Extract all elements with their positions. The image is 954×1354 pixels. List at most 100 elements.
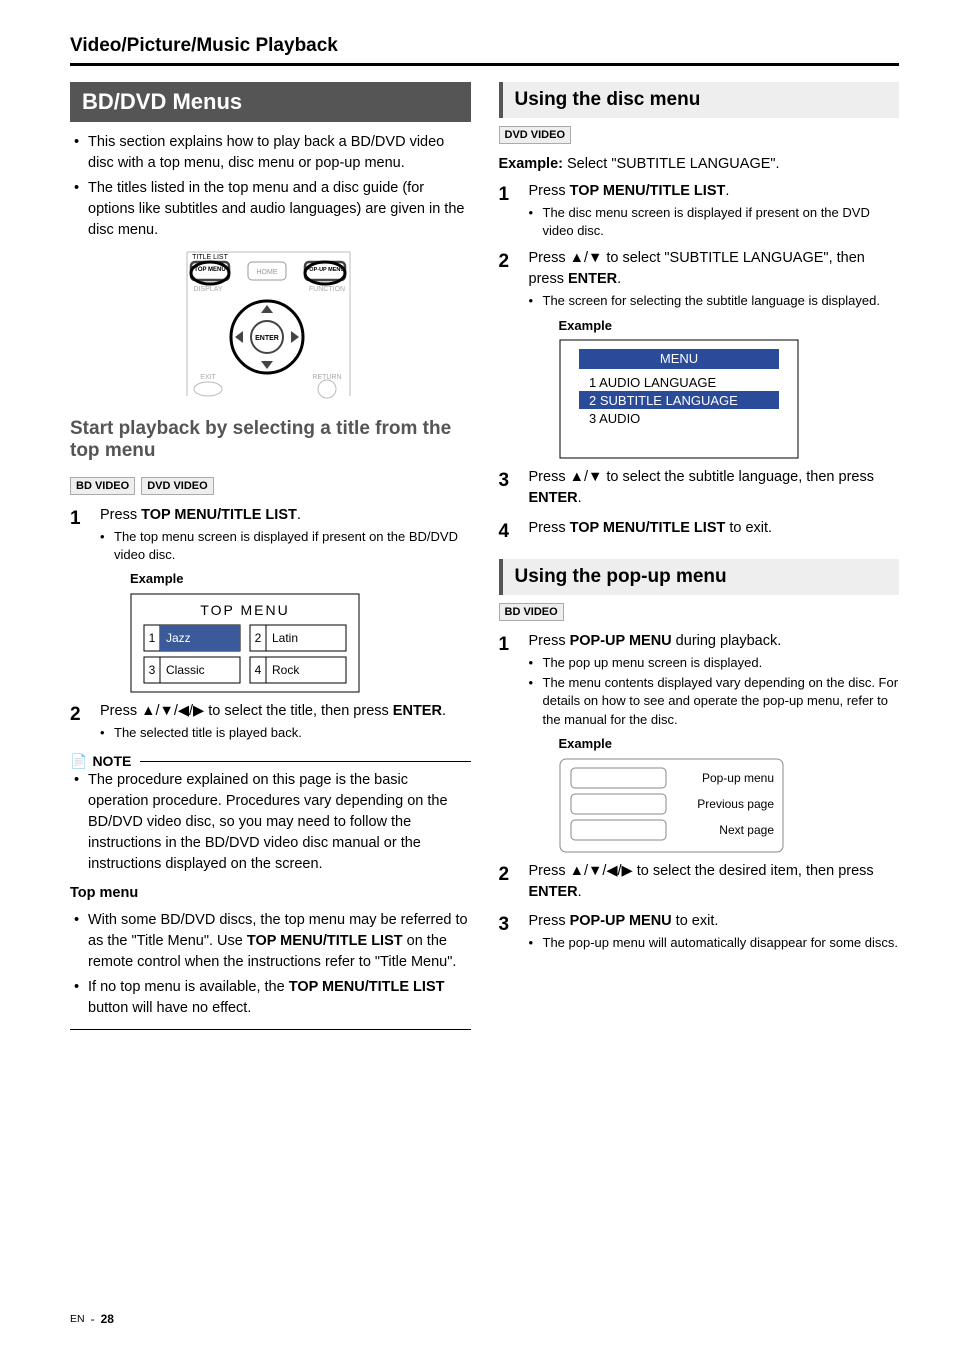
home-label: HOME [257, 269, 278, 276]
section-header: Video/Picture/Music Playback [70, 35, 899, 57]
remote-diagram: TITLE LIST TOP MENU HOME POP-UP MENU DIS… [175, 249, 365, 399]
popup-menu-label: POP-UP MENU [306, 267, 345, 273]
popup-row: Pop-up menu [701, 771, 773, 785]
popup-row: Previous page [697, 797, 774, 811]
note-rule [140, 761, 470, 762]
step-text: to select the title, then press [204, 703, 393, 719]
step-body: Press TOP MENU/TITLE LIST. The disc menu… [529, 181, 900, 240]
svg-text:2: 2 [255, 631, 262, 645]
step-sub: The disc menu screen is displayed if pre… [529, 204, 900, 240]
right-column: Using the disc menu DVD VIDEO Example: S… [499, 82, 900, 1034]
step-bold: POP-UP MENU [570, 913, 672, 929]
step-bold: ENTER [529, 884, 578, 900]
bd-video-tag: BD VIDEO [70, 477, 135, 495]
menu-cell: Latin [272, 631, 298, 645]
enter-label: ENTER [255, 335, 279, 342]
text-span: If no top menu is available, the [88, 979, 289, 995]
step-text: to exit. [672, 913, 719, 929]
step-number: 2 [70, 701, 86, 742]
step-sub: The menu contents displayed vary dependi… [529, 674, 900, 729]
arrow-keys: ▲/▼ [570, 469, 603, 485]
step-number: 2 [499, 861, 515, 903]
step-body: Press ▲/▼ to select the subtitle languag… [529, 467, 900, 509]
menu-cell: Jazz [166, 631, 191, 645]
display-label: DISPLAY [194, 286, 223, 293]
step-sub: The screen for selecting the subtitle la… [529, 292, 900, 310]
example-prefix: Example: [499, 156, 563, 172]
dvd-video-tag: DVD VIDEO [499, 126, 572, 144]
menu-title: MENU [659, 351, 697, 366]
top-menu-label: TOP MENU [195, 267, 226, 273]
menu-cell: Rock [272, 663, 300, 677]
bd-dvd-menus-bar: BD/DVD Menus [70, 82, 471, 122]
step-text: during playback. [672, 633, 782, 649]
step-body: Press TOP MENU/TITLE LIST. The top menu … [100, 505, 471, 693]
popup-row: Next page [719, 823, 774, 837]
note-icon: 📄 [70, 753, 87, 770]
bold-span: TOP MENU/TITLE LIST [247, 933, 403, 949]
using-popup-menu-heading: Using the pop-up menu [499, 559, 900, 595]
step-sub: The top menu screen is displayed if pres… [100, 528, 471, 564]
step-sub: The pop up menu screen is displayed. [529, 654, 900, 672]
svg-text:1: 1 [149, 631, 156, 645]
step-sub: The pop-up menu will automatically disap… [529, 934, 900, 952]
column-end-rule [70, 1029, 471, 1030]
step-text: Press [529, 250, 570, 266]
start-playback-heading: Start playback by selecting a title from… [70, 411, 471, 469]
step-body: Press ▲/▼ to select "SUBTITLE LANGUAGE",… [529, 248, 900, 459]
disc-menu-example: MENU 1 AUDIO LANGUAGE 2 SUBTITLE LANGUAG… [559, 339, 799, 459]
text-span: button will have no effect. [88, 1000, 251, 1016]
menu-cell: Classic [166, 663, 205, 677]
top-menu-subhead: Top menu [70, 883, 471, 904]
step-text: Press [529, 633, 570, 649]
intro-bullet: The titles listed in the top menu and a … [74, 178, 471, 241]
step-number: 3 [499, 911, 515, 952]
step-body: Press ▲/▼/◀/▶ to select the desired item… [529, 861, 900, 903]
left-column: BD/DVD Menus This section explains how t… [70, 82, 471, 1034]
page-footer: EN - 28 [70, 1312, 114, 1326]
function-label: FUNCTION [309, 286, 345, 293]
step-number: 1 [70, 505, 86, 693]
popup-menu-example: Pop-up menu Previous page Next page [559, 758, 784, 853]
step-number: 2 [499, 248, 515, 459]
step-text: Press [529, 863, 570, 879]
step-text: to select the subtitle language, then pr… [602, 469, 874, 485]
example-text: Select "SUBTITLE LANGUAGE". [563, 156, 780, 172]
step-number: 1 [499, 181, 515, 240]
menu-row: 2 SUBTITLE LANGUAGE [589, 393, 738, 408]
footer-dash: - [91, 1312, 95, 1326]
step-bold: TOP MENU/TITLE LIST [570, 520, 726, 536]
step-bold: ENTER [568, 271, 617, 287]
page-number: 28 [101, 1312, 114, 1326]
menu-row: 1 AUDIO LANGUAGE [589, 375, 716, 390]
step-bold: ENTER [529, 490, 578, 506]
intro-bullet: This section explains how to play back a… [74, 132, 471, 174]
step-text: Press [100, 507, 141, 523]
step-bold: TOP MENU/TITLE LIST [141, 507, 297, 523]
arrow-keys: ▲/▼/◀/▶ [141, 703, 204, 719]
header-rule [70, 63, 899, 66]
step-text: Press [529, 913, 570, 929]
step-text: to select the desired item, then press [633, 863, 874, 879]
topmenu-bullet: If no top menu is available, the TOP MEN… [74, 977, 471, 1019]
step-number: 3 [499, 467, 515, 509]
step-text: Press [529, 183, 570, 199]
step-number: 4 [499, 518, 515, 546]
step-text: Press [100, 703, 141, 719]
arrow-keys: ▲/▼/◀/▶ [570, 863, 633, 879]
bold-span: TOP MENU/TITLE LIST [289, 979, 445, 995]
menu-row: 3 AUDIO [589, 411, 640, 426]
exit-label: EXIT [200, 374, 216, 381]
example-label: Example [130, 570, 471, 589]
example-line: Example: Select "SUBTITLE LANGUAGE". [499, 154, 900, 175]
step-body: Press TOP MENU/TITLE LIST to exit. [529, 518, 900, 546]
step-sub: The selected title is played back. [100, 724, 471, 742]
arrow-keys: ▲/▼ [570, 250, 603, 266]
top-menu-example: TOP MENU 1 Jazz 2 Latin [130, 593, 360, 693]
title-list-label: TITLE LIST [192, 254, 229, 261]
step-body: Press POP-UP MENU to exit. The pop-up me… [529, 911, 900, 952]
example-label: Example [559, 317, 900, 336]
step-bold: TOP MENU/TITLE LIST [570, 183, 726, 199]
step-text: to exit. [725, 520, 772, 536]
topmenu-bullet: With some BD/DVD discs, the top menu may… [74, 910, 471, 973]
